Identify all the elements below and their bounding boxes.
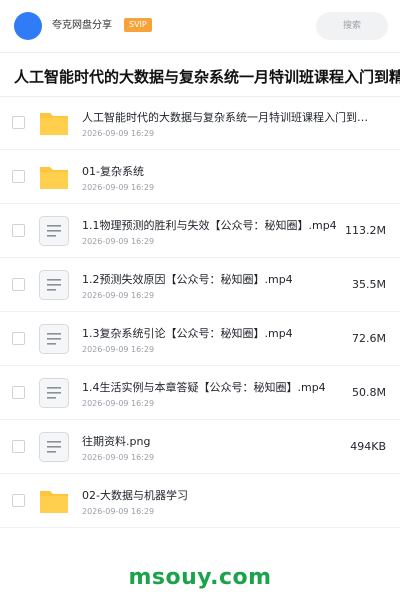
file-name: 02-大数据与机器学习 (82, 489, 188, 502)
folder-icon (38, 161, 70, 193)
document-icon (38, 323, 70, 355)
file-row[interactable]: 人工智能时代的大数据与复杂系统一月特训班课程入门到精通 2026-09-09 1… (0, 96, 400, 150)
row-checkbox[interactable] (12, 332, 25, 345)
file-name: 1.4生活实例与本章答疑【公众号：秘知圈】.mp4 (82, 381, 326, 394)
file-size: 113.2M (345, 224, 386, 237)
share-header: 夸克网盘分享 SVIP 搜索 (0, 0, 400, 52)
file-row[interactable]: 1.4生活实例与本章答疑【公众号：秘知圈】.mp4 2026-09-09 16:… (0, 366, 400, 420)
file-date: 2026-09-09 16:29 (82, 291, 155, 300)
row-checkbox[interactable] (12, 170, 25, 183)
row-checkbox[interactable] (12, 440, 25, 453)
row-checkbox[interactable] (12, 278, 25, 291)
file-date: 2026-09-09 16:29 (82, 345, 155, 354)
file-name: 人工智能时代的大数据与复杂系统一月特训班课程入门到精通 (82, 111, 374, 124)
file-row[interactable]: 02-大数据与机器学习 2026-09-09 16:29 (0, 474, 400, 528)
file-name: 01-复杂系统 (82, 165, 144, 178)
header-divider (0, 52, 400, 53)
row-checkbox[interactable] (12, 386, 25, 399)
document-icon (38, 431, 70, 463)
file-row[interactable]: 1.1物理预测的胜利与失效【公众号：秘知圈】.mp4 2026-09-09 16… (0, 204, 400, 258)
page-title: 人工智能时代的大数据与复杂系统一月特训班课程入门到精通 (14, 68, 400, 86)
file-size: 50.8M (352, 386, 386, 399)
document-icon (38, 215, 70, 247)
avatar[interactable] (14, 12, 42, 40)
file-row[interactable]: 往期资料.png 2026-09-09 16:29 494KB (0, 420, 400, 474)
document-icon (38, 269, 70, 301)
row-checkbox[interactable] (12, 224, 25, 237)
row-checkbox[interactable] (12, 116, 25, 129)
file-size: 72.6M (352, 332, 386, 345)
file-name: 1.2预测失效原因【公众号：秘知圈】.mp4 (82, 273, 293, 286)
search-button[interactable]: 搜索 (316, 12, 388, 40)
file-size: 35.5M (352, 278, 386, 291)
document-icon (38, 377, 70, 409)
file-name: 1.3复杂系统引论【公众号：秘知圈】.mp4 (82, 327, 293, 340)
file-row[interactable]: 1.3复杂系统引论【公众号：秘知圈】.mp4 2026-09-09 16:29 … (0, 312, 400, 366)
file-name: 往期资料.png (82, 435, 151, 448)
row-checkbox[interactable] (12, 494, 25, 507)
file-date: 2026-09-09 16:29 (82, 129, 155, 138)
file-size: 494KB (350, 440, 386, 453)
file-date: 2026-09-09 16:29 (82, 507, 155, 516)
share-title: 夸克网盘分享 (52, 20, 112, 31)
folder-icon (38, 107, 70, 139)
watermark: msouy.com (128, 565, 272, 590)
file-list: 人工智能时代的大数据与复杂系统一月特训班课程入门到精通 2026-09-09 1… (0, 96, 400, 528)
folder-icon (38, 485, 70, 517)
file-date: 2026-09-09 16:29 (82, 453, 155, 462)
file-name: 1.1物理预测的胜利与失效【公众号：秘知圈】.mp4 (82, 219, 337, 232)
file-date: 2026-09-09 16:29 (82, 237, 155, 246)
file-date: 2026-09-09 16:29 (82, 399, 155, 408)
file-row[interactable]: 01-复杂系统 2026-09-09 16:29 (0, 150, 400, 204)
svip-badge: SVIP (124, 18, 152, 32)
file-row[interactable]: 1.2预测失效原因【公众号：秘知圈】.mp4 2026-09-09 16:29 … (0, 258, 400, 312)
file-date: 2026-09-09 16:29 (82, 183, 155, 192)
